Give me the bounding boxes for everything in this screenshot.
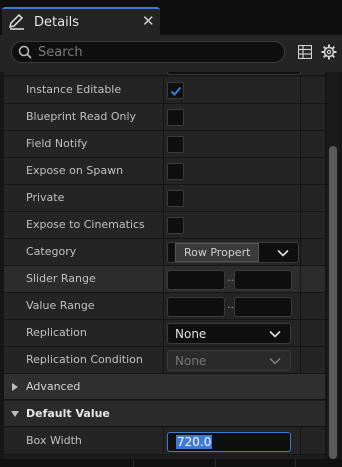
- property-label: Replication Condition: [26, 353, 143, 366]
- value-range-min-input[interactable]: [167, 297, 225, 317]
- property-label: Expose on Spawn: [26, 164, 124, 177]
- chevron-down-icon: [277, 249, 289, 257]
- property-row-value-range: Value Range ..: [4, 293, 325, 320]
- chevron-down-icon: [11, 411, 19, 417]
- property-row-field-notify: Field Notify: [4, 131, 325, 158]
- partial-combo[interactable]: [167, 72, 301, 75]
- category-label: Advanced: [26, 380, 81, 393]
- slider-range-max-input[interactable]: [234, 270, 292, 290]
- property-row-replication-condition: Replication Condition None: [4, 347, 325, 374]
- box-width-input[interactable]: 720.0: [167, 432, 291, 452]
- slider-range-min-input[interactable]: [167, 270, 225, 290]
- property-row-instance-editable: Instance Editable: [4, 77, 325, 104]
- replication-condition-value: None: [175, 354, 207, 368]
- tooltip: Row Propert: [175, 243, 259, 262]
- field-notify-checkbox[interactable]: [167, 136, 184, 153]
- property-label: Instance Editable: [26, 83, 122, 96]
- property-label: Slider Range: [26, 272, 96, 285]
- range-separator: ..: [227, 271, 234, 284]
- property-grid: Instance Editable Blueprint Read Only Fi…: [4, 72, 325, 459]
- checkmark-icon: [170, 86, 182, 96]
- search-input[interactable]: [38, 43, 278, 61]
- replication-combo[interactable]: None: [167, 323, 291, 344]
- partial-row: [4, 72, 325, 76]
- property-row-private: Private: [4, 185, 325, 212]
- private-checkbox[interactable]: [167, 190, 184, 207]
- property-label: Category: [26, 245, 77, 258]
- close-icon[interactable]: ✕: [142, 12, 155, 30]
- property-row-replication: Replication None: [4, 320, 325, 347]
- blueprint-read-only-checkbox[interactable]: [167, 109, 184, 126]
- property-label: Value Range: [26, 299, 95, 312]
- tab-details[interactable]: Details ✕: [2, 7, 160, 35]
- replication-condition-combo: None: [167, 350, 291, 371]
- property-row-box-width: Box Width 720.0: [4, 428, 325, 455]
- instance-editable-checkbox[interactable]: [167, 82, 184, 99]
- search-icon: [18, 45, 32, 59]
- property-row-blueprint-read-only: Blueprint Read Only: [4, 104, 325, 131]
- property-row-slider-range: Slider Range ..: [4, 266, 325, 293]
- property-label: Expose to Cinematics: [26, 218, 145, 231]
- category-advanced[interactable]: Advanced: [4, 374, 325, 400]
- value-range-max-input[interactable]: [234, 297, 292, 317]
- category-default-value[interactable]: Default Value: [4, 401, 325, 427]
- table-icon[interactable]: [298, 45, 312, 59]
- gear-icon[interactable]: [321, 44, 337, 60]
- search-box[interactable]: [11, 41, 285, 63]
- pencil-icon: [8, 14, 24, 30]
- range-separator: ..: [227, 298, 234, 311]
- chevron-right-icon: [12, 383, 18, 391]
- property-row-expose-to-cinematics: Expose to Cinematics: [4, 212, 325, 239]
- property-row-category: Category: [4, 239, 325, 266]
- chevron-down-icon: [269, 357, 281, 365]
- property-label: Field Notify: [26, 137, 88, 150]
- replication-value: None: [175, 327, 207, 341]
- category-label: Default Value: [26, 407, 110, 420]
- property-label: Private: [26, 191, 65, 204]
- expose-to-cinematics-checkbox[interactable]: [167, 217, 184, 234]
- property-label: Replication: [26, 326, 87, 339]
- search-row: [0, 35, 342, 72]
- property-label: Blueprint Read Only: [26, 110, 137, 123]
- bottom-strip: [0, 459, 342, 467]
- property-row-expose-on-spawn: Expose on Spawn: [4, 158, 325, 185]
- box-width-value: 720.0: [176, 435, 213, 449]
- chevron-down-icon: [269, 330, 281, 338]
- scrollbar-thumb[interactable]: [329, 146, 337, 459]
- tab-bar: Details ✕: [0, 0, 342, 36]
- tab-title: Details: [34, 15, 80, 30]
- property-label: Box Width: [26, 434, 82, 447]
- expose-on-spawn-checkbox[interactable]: [167, 163, 184, 180]
